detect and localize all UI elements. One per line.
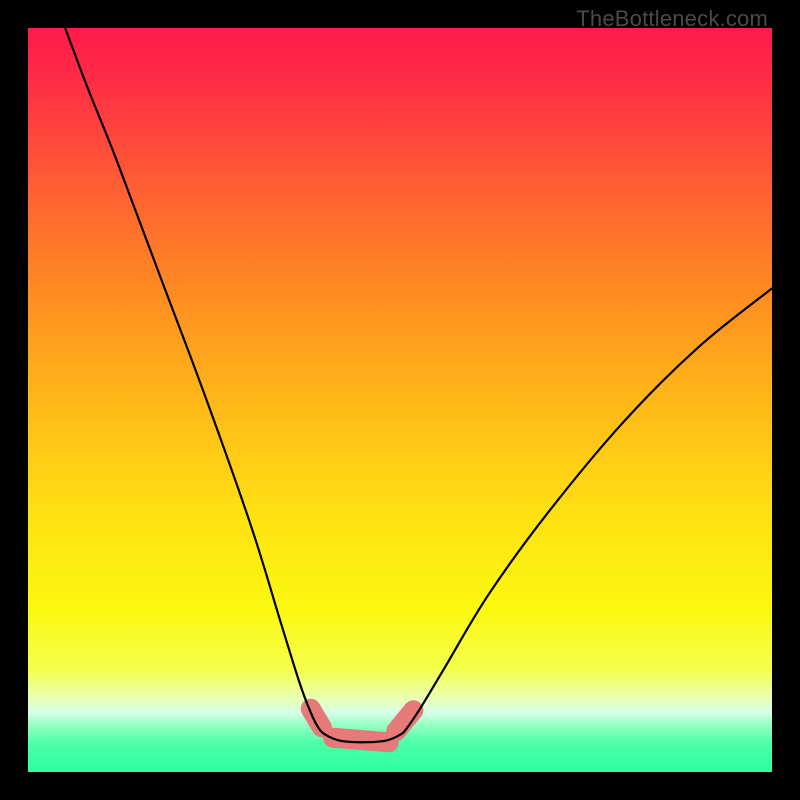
outer-frame: TheBottleneck.com (0, 0, 800, 800)
gradient-background (28, 28, 772, 772)
plot-area (28, 28, 772, 772)
